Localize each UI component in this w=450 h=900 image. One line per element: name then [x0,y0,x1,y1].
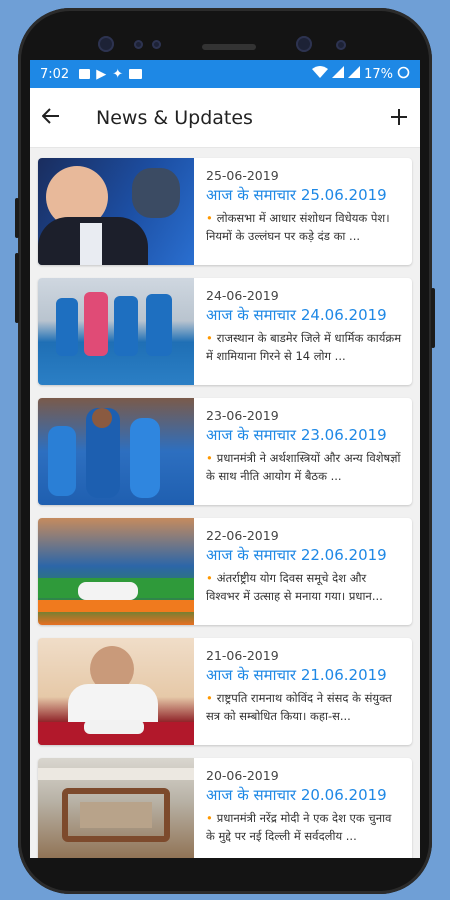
news-description: • राजस्थान के बाडमेर जिले में धार्मिक कार… [206,329,402,365]
news-date: 23-06-2019 [206,408,279,423]
news-title: आज के समाचार 24.06.2019 [206,306,387,324]
news-title: आज के समाचार 25.06.2019 [206,186,387,204]
bullet-icon: • [206,451,213,465]
news-description: • प्रधानमंत्री नरेंद्र मोदी ने एक देश एक … [206,809,402,845]
news-description-text: लोकसभा में आधार संशोधन विधेयक पेश। नियमो… [206,211,390,243]
news-title: आज के समाचार 20.06.2019 [206,786,387,804]
earpiece-speaker [202,44,256,50]
news-description: • लोकसभा में आधार संशोधन विधेयक पेश। नियम… [206,209,402,245]
news-card[interactable]: 23-06-2019 आज के समाचार 23.06.2019 • प्रध… [38,398,412,505]
image-notification-icon [79,69,91,79]
news-description: • अंतर्राष्ट्रीय योग दिवस समूचे देश और वि… [206,569,402,605]
battery-icon [397,66,410,83]
page-title: News & Updates [96,106,253,129]
news-date: 24-06-2019 [206,288,279,303]
news-info: 24-06-2019 आज के समाचार 24.06.2019 • राजस… [194,278,412,385]
bullet-icon: • [206,211,213,225]
status-bar: 7:02 ▶ ✦ 17% [30,60,420,88]
twitter-notification-icon: ✦ [112,66,124,82]
news-title: आज के समाचार 21.06.2019 [206,666,387,684]
news-card[interactable]: 25-06-2019 आज के समाचार 25.06.2019 • लोकस… [38,158,412,265]
news-description-text: प्रधानमंत्री नरेंद्र मोदी ने एक देश एक च… [206,811,392,843]
news-info: 25-06-2019 आज के समाचार 25.06.2019 • लोकस… [194,158,412,265]
signal-icon [332,66,345,82]
news-info: 23-06-2019 आज के समाचार 23.06.2019 • प्रध… [194,398,412,505]
back-arrow-icon[interactable] [41,105,82,130]
news-description-text: अंतर्राष्ट्रीय योग दिवस समूचे देश और विश… [206,571,383,603]
news-description-text: प्रधानमंत्री ने अर्थशास्त्रियों और अन्य … [206,451,401,483]
news-thumbnail [38,278,194,385]
wifi-icon [312,66,329,82]
phone-frame: 7:02 ▶ ✦ 17% News & Updates 25-06-2019 आ… [15,8,435,894]
gallery-notification-icon [129,69,143,79]
sensor-icon [336,40,346,50]
news-description: • राष्ट्रपति रामनाथ कोविंद ने संसद के संय… [206,689,402,725]
bullet-icon: • [206,691,213,705]
news-date: 21-06-2019 [206,648,279,663]
news-card[interactable]: 24-06-2019 आज के समाचार 24.06.2019 • राजस… [38,278,412,385]
news-date: 25-06-2019 [206,168,279,183]
news-thumbnail [38,638,194,745]
news-info: 20-06-2019 आज के समाचार 20.06.2019 • प्रध… [194,758,412,858]
battery-percentage: 17% [364,66,393,82]
news-date: 22-06-2019 [206,528,279,543]
bullet-icon: • [206,571,213,585]
status-right: 17% [312,66,410,83]
sensor-icon [296,36,312,52]
news-info: 21-06-2019 आज के समाचार 21.06.2019 • राष्… [194,638,412,745]
app-bar: News & Updates [30,88,420,148]
bullet-icon: • [206,331,213,345]
front-camera-icon [98,36,114,52]
play-store-notification-icon: ▶ [96,66,107,82]
volume-down-button [15,253,19,323]
news-list: 25-06-2019 आज के समाचार 25.06.2019 • लोकस… [30,148,420,858]
add-icon[interactable] [378,103,408,133]
news-title: आज के समाचार 23.06.2019 [206,426,387,444]
volume-up-button [15,198,19,238]
news-card[interactable]: 22-06-2019 आज के समाचार 22.06.2019 • अंतर… [38,518,412,625]
bullet-icon: • [206,811,213,825]
news-thumbnail [38,758,194,858]
news-thumbnail [38,398,194,505]
news-description-text: राजस्थान के बाडमेर जिले में धार्मिक कार्… [206,331,402,363]
news-card[interactable]: 20-06-2019 आज के समाचार 20.06.2019 • प्रध… [38,758,412,858]
power-button [431,288,435,348]
news-date: 20-06-2019 [206,768,279,783]
news-info: 22-06-2019 आज के समाचार 22.06.2019 • अंतर… [194,518,412,625]
signal-icon [348,66,361,82]
sensor-icon [134,40,143,49]
screen: 7:02 ▶ ✦ 17% News & Updates 25-06-2019 आ… [30,60,420,858]
news-title: आज के समाचार 22.06.2019 [206,546,387,564]
top-bezel [18,8,432,60]
news-card[interactable]: 21-06-2019 आज के समाचार 21.06.2019 • राष्… [38,638,412,745]
status-time: 7:02 [40,66,70,82]
news-thumbnail [38,518,194,625]
news-thumbnail [38,158,194,265]
bottom-bezel [18,858,432,894]
sensor-icon [152,40,161,49]
news-description: • प्रधानमंत्री ने अर्थशास्त्रियों और अन्य… [206,449,402,485]
news-description-text: राष्ट्रपति रामनाथ कोविंद ने संसद के संयु… [206,691,392,723]
